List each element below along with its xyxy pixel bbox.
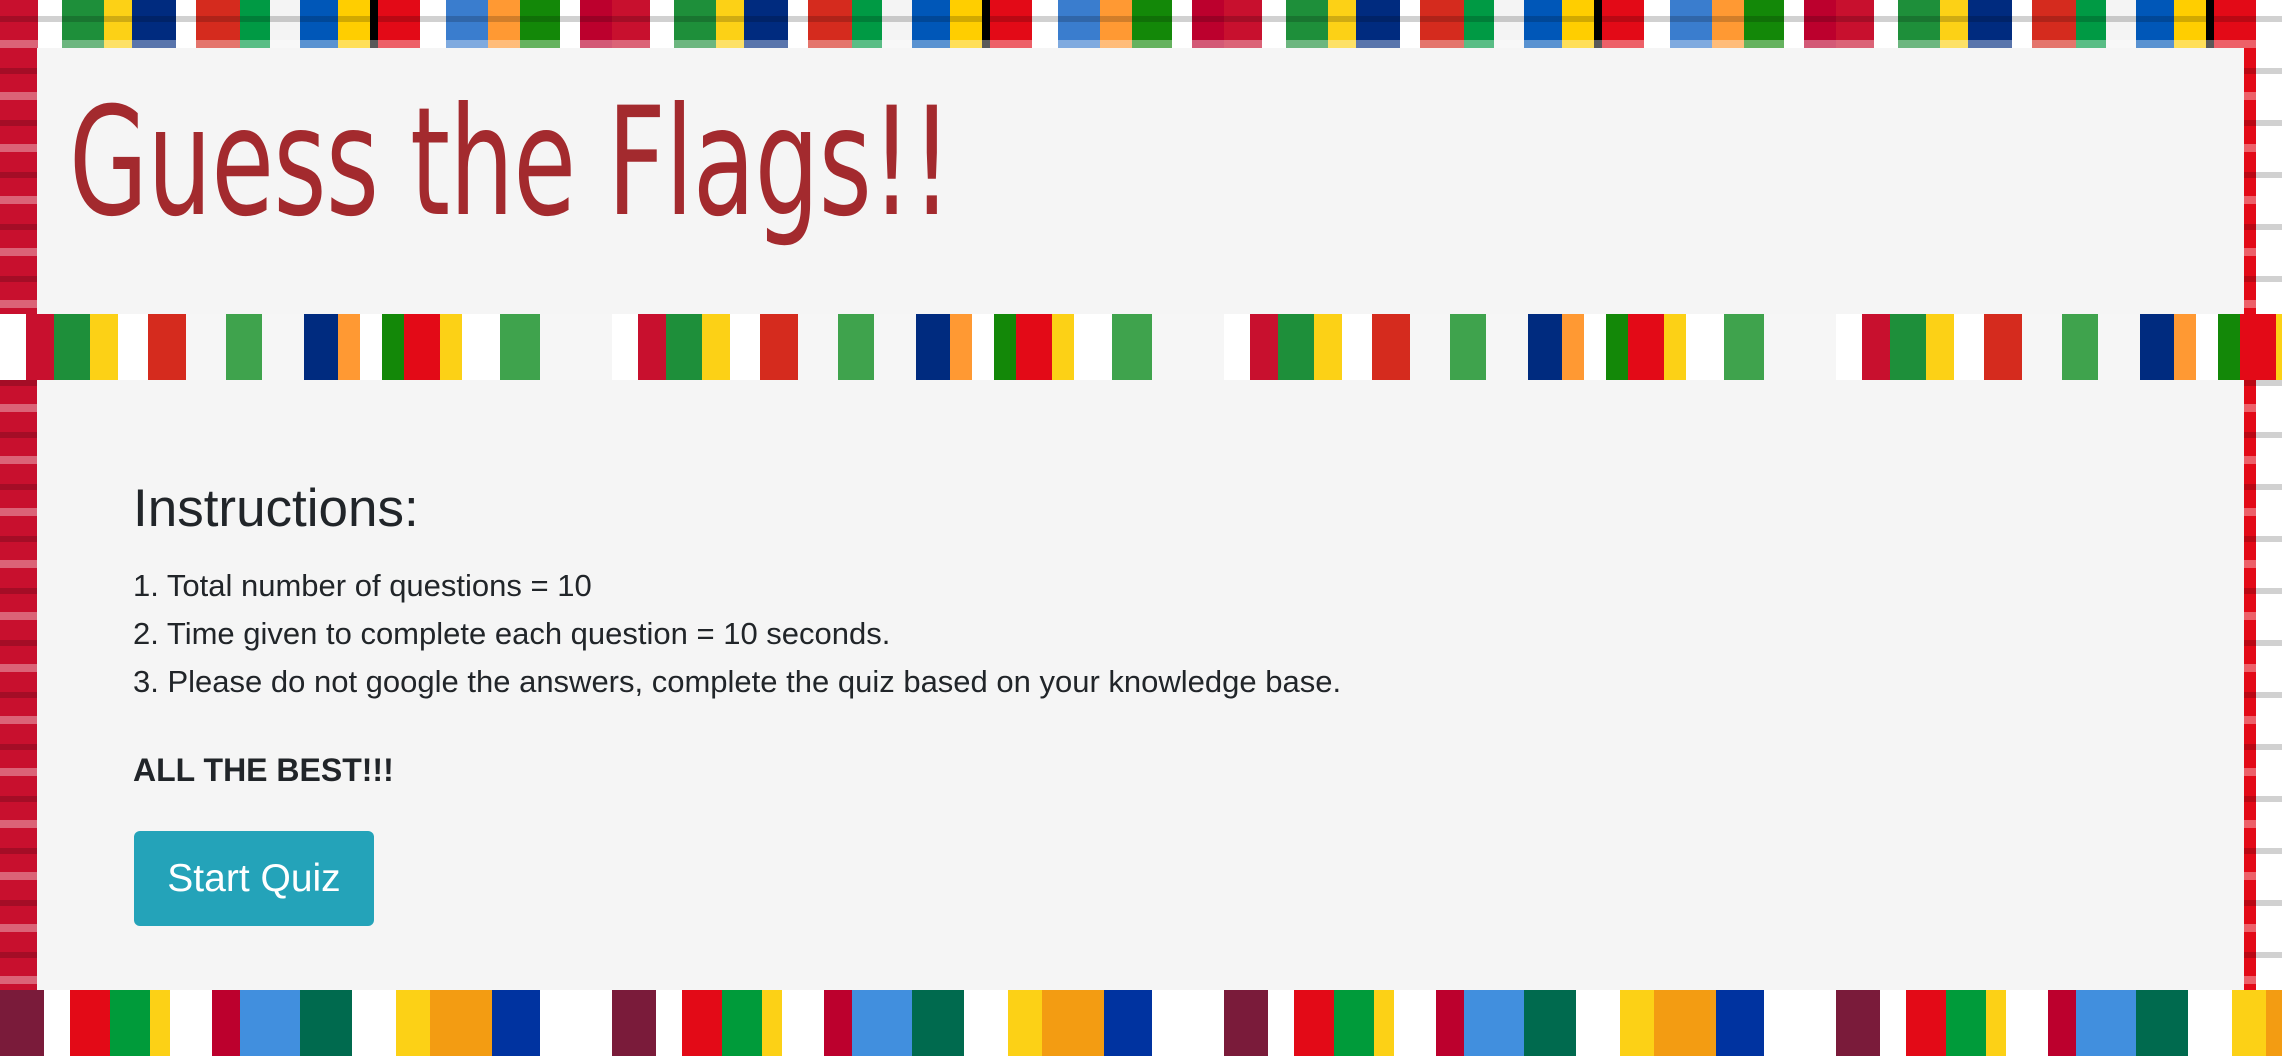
quiz-page: Guess the Flags!! Instructions: 1. Total… bbox=[0, 0, 2282, 1056]
instructions-panel: Instructions: 1. Total number of questio… bbox=[37, 380, 2244, 990]
instruction-item-questions: 1. Total number of questions = 10 bbox=[133, 568, 592, 603]
instruction-item-rules: 3. Please do not google the answers, com… bbox=[133, 664, 1342, 699]
flag-border-middle bbox=[0, 314, 2282, 380]
instruction-list: 1. Total number of questions = 10 2. Tim… bbox=[133, 562, 1341, 706]
closing-message: ALL THE BEST!!! bbox=[133, 752, 394, 788]
start-quiz-button[interactable]: Start Quiz bbox=[134, 831, 374, 926]
instruction-item-time: 2. Time given to complete each question … bbox=[133, 616, 891, 651]
instructions-heading: Instructions: bbox=[133, 479, 419, 538]
flag-border-top bbox=[0, 0, 2282, 48]
header-panel: Guess the Flags!! bbox=[37, 48, 2244, 314]
flag-border-bottom bbox=[0, 990, 2282, 1056]
page-title: Guess the Flags!! bbox=[69, 76, 952, 250]
